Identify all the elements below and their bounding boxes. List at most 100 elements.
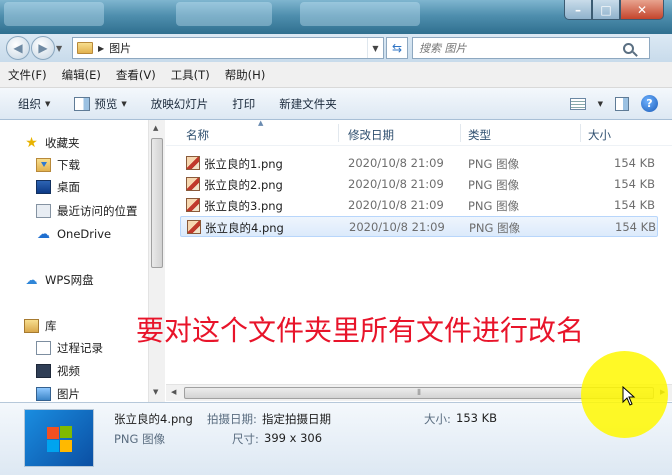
new-folder-button[interactable]: 新建文件夹 bbox=[267, 96, 349, 112]
organize-button[interactable]: 组织 ▼ bbox=[6, 96, 62, 112]
scrollbar-thumb[interactable] bbox=[151, 138, 163, 268]
video-icon bbox=[36, 364, 51, 378]
file-date: 2020/10/8 21:09 bbox=[348, 198, 444, 212]
scroll-up-icon[interactable]: ▲ bbox=[153, 124, 158, 132]
navigation-pane: ★ 收藏夹 下载 桌面 最近访问的位置 ☁ OneDrive ☁ WPS网盘 库… bbox=[0, 120, 166, 402]
star-icon: ★ bbox=[25, 135, 38, 151]
forward-arrow-icon: ▶ bbox=[38, 41, 48, 55]
change-view-icon[interactable] bbox=[569, 97, 586, 110]
column-divider[interactable] bbox=[460, 124, 461, 142]
detail-size-label: 大小: bbox=[424, 412, 451, 426]
sidebar-item-library[interactable]: 库 bbox=[24, 315, 57, 337]
file-size: 154 KB bbox=[614, 177, 656, 191]
file-date: 2020/10/8 21:09 bbox=[348, 156, 444, 170]
column-divider[interactable] bbox=[338, 124, 339, 142]
sidebar-item-downloads[interactable]: 下载 bbox=[36, 154, 80, 176]
menu-file[interactable]: 文件(F) bbox=[8, 67, 47, 83]
breadcrumb-pictures[interactable]: 图片 bbox=[109, 40, 131, 56]
preview-icon bbox=[74, 96, 91, 111]
new-folder-label: 新建文件夹 bbox=[279, 96, 337, 111]
organize-label: 组织 bbox=[18, 96, 41, 111]
print-button[interactable]: 打印 bbox=[220, 96, 267, 112]
file-type: PNG 图像 bbox=[469, 221, 521, 235]
column-header-name[interactable]: 名称 bbox=[186, 127, 209, 143]
address-dropdown-icon[interactable]: ▼ bbox=[367, 38, 383, 58]
column-header-row: ▲ 名称 修改日期 类型 大小 bbox=[166, 119, 672, 146]
scroll-left-icon[interactable]: ◀ bbox=[171, 388, 176, 396]
search-icon[interactable] bbox=[623, 42, 634, 54]
detail-date-value[interactable]: 指定拍摄日期 bbox=[262, 411, 331, 427]
address-bar[interactable]: ▶ 图片 ▼ bbox=[72, 37, 384, 59]
sidebar-item-label: OneDrive bbox=[57, 227, 112, 241]
sidebar-item-label: 图片 bbox=[57, 387, 80, 401]
scroll-down-icon[interactable]: ▼ bbox=[153, 388, 158, 396]
window-controls: – □ ✕ bbox=[564, 0, 664, 20]
sidebar-item-label: 下载 bbox=[57, 158, 80, 172]
slideshow-label: 放映幻灯片 bbox=[150, 96, 209, 111]
sidebar-item-onedrive[interactable]: ☁ OneDrive bbox=[36, 223, 111, 245]
sidebar-item-label: 桌面 bbox=[57, 180, 80, 194]
file-list: ▲ 名称 修改日期 类型 大小 张立良的1.png 2020/10/8 21:0… bbox=[166, 119, 672, 402]
file-row[interactable]: 张立良的3.png 2020/10/8 21:09 PNG 图像 154 KB bbox=[180, 195, 658, 216]
recent-places-icon bbox=[36, 204, 51, 218]
column-header-type[interactable]: 类型 bbox=[468, 127, 491, 143]
back-arrow-icon: ◀ bbox=[13, 41, 23, 55]
column-header-size[interactable]: 大小 bbox=[588, 127, 611, 143]
file-name: 张立良的3.png bbox=[204, 199, 283, 213]
search-box[interactable] bbox=[412, 37, 650, 59]
file-row-selected[interactable]: 张立良的4.png 2020/10/8 21:09 PNG 图像 154 KB bbox=[180, 216, 658, 237]
file-name: 张立良的4.png bbox=[205, 221, 284, 235]
sidebar-item-favorites[interactable]: ★ 收藏夹 bbox=[24, 132, 79, 154]
sidebar-item-history[interactable]: 过程记录 bbox=[36, 337, 103, 359]
png-file-icon bbox=[186, 177, 200, 191]
sidebar-item-desktop[interactable]: 桌面 bbox=[36, 176, 80, 198]
sidebar-item-recent[interactable]: 最近访问的位置 bbox=[36, 200, 138, 222]
close-button[interactable]: ✕ bbox=[620, 0, 664, 20]
menu-tools[interactable]: 工具(T) bbox=[171, 67, 210, 83]
titlebar-glass bbox=[300, 2, 420, 26]
forward-button[interactable]: ▶ bbox=[31, 36, 55, 60]
file-type: PNG 图像 bbox=[468, 157, 520, 171]
preview-button[interactable]: 预览 ▼ bbox=[62, 96, 138, 112]
refresh-button[interactable]: ⇆ bbox=[386, 37, 408, 59]
sidebar-item-pictures[interactable]: 图片 bbox=[36, 383, 80, 402]
titlebar-glass bbox=[4, 2, 104, 26]
sidebar-item-label: 库 bbox=[45, 319, 57, 333]
library-icon bbox=[24, 319, 39, 333]
detail-dims-value: 399 x 306 bbox=[264, 431, 323, 445]
file-name: 张立良的2.png bbox=[204, 178, 283, 192]
file-row[interactable]: 张立良的1.png 2020/10/8 21:09 PNG 图像 154 KB bbox=[180, 153, 658, 174]
column-header-date[interactable]: 修改日期 bbox=[348, 127, 394, 143]
chevron-down-icon[interactable]: ▼ bbox=[598, 100, 603, 108]
column-divider[interactable] bbox=[580, 124, 581, 142]
file-size: 154 KB bbox=[615, 220, 657, 234]
preview-pane-icon[interactable] bbox=[615, 96, 629, 111]
sidebar-item-videos[interactable]: 视频 bbox=[36, 360, 80, 382]
sidebar-item-label: 最近访问的位置 bbox=[57, 204, 138, 218]
file-type: PNG 图像 bbox=[468, 199, 520, 213]
command-bar: 组织 ▼ 预览 ▼ 放映幻灯片 打印 新建文件夹 ▼ ? bbox=[0, 88, 672, 120]
file-type: PNG 图像 bbox=[468, 178, 520, 192]
navigation-scrollbar[interactable]: ▲ ▼ bbox=[148, 120, 165, 402]
menu-edit[interactable]: 编辑(E) bbox=[62, 67, 101, 83]
file-date: 2020/10/8 21:09 bbox=[348, 177, 444, 191]
detail-file-name: 张立良的4.png bbox=[114, 412, 193, 426]
menu-view[interactable]: 查看(V) bbox=[116, 67, 156, 83]
slideshow-button[interactable]: 放映幻灯片 bbox=[139, 96, 221, 112]
menu-help[interactable]: 帮助(H) bbox=[225, 67, 266, 83]
window-titlebar: – □ ✕ bbox=[0, 0, 672, 34]
titlebar-glass bbox=[176, 2, 272, 26]
back-button[interactable]: ◀ bbox=[6, 36, 30, 60]
history-dropdown[interactable]: ▼ bbox=[56, 44, 68, 53]
file-row[interactable]: 张立良的2.png 2020/10/8 21:09 PNG 图像 154 KB bbox=[180, 174, 658, 195]
search-input[interactable] bbox=[419, 41, 619, 55]
help-icon[interactable]: ? bbox=[641, 95, 658, 112]
png-file-icon bbox=[187, 220, 201, 234]
sidebar-item-wps[interactable]: ☁ WPS网盘 bbox=[24, 269, 94, 291]
detail-dims-label: 尺寸: bbox=[232, 432, 259, 446]
print-label: 打印 bbox=[232, 96, 256, 111]
chevron-down-icon: ▼ bbox=[121, 99, 127, 108]
breadcrumb-separator-icon: ▶ bbox=[98, 43, 105, 53]
maximize-button[interactable]: □ bbox=[592, 0, 620, 20]
minimize-button[interactable]: – bbox=[564, 0, 592, 20]
